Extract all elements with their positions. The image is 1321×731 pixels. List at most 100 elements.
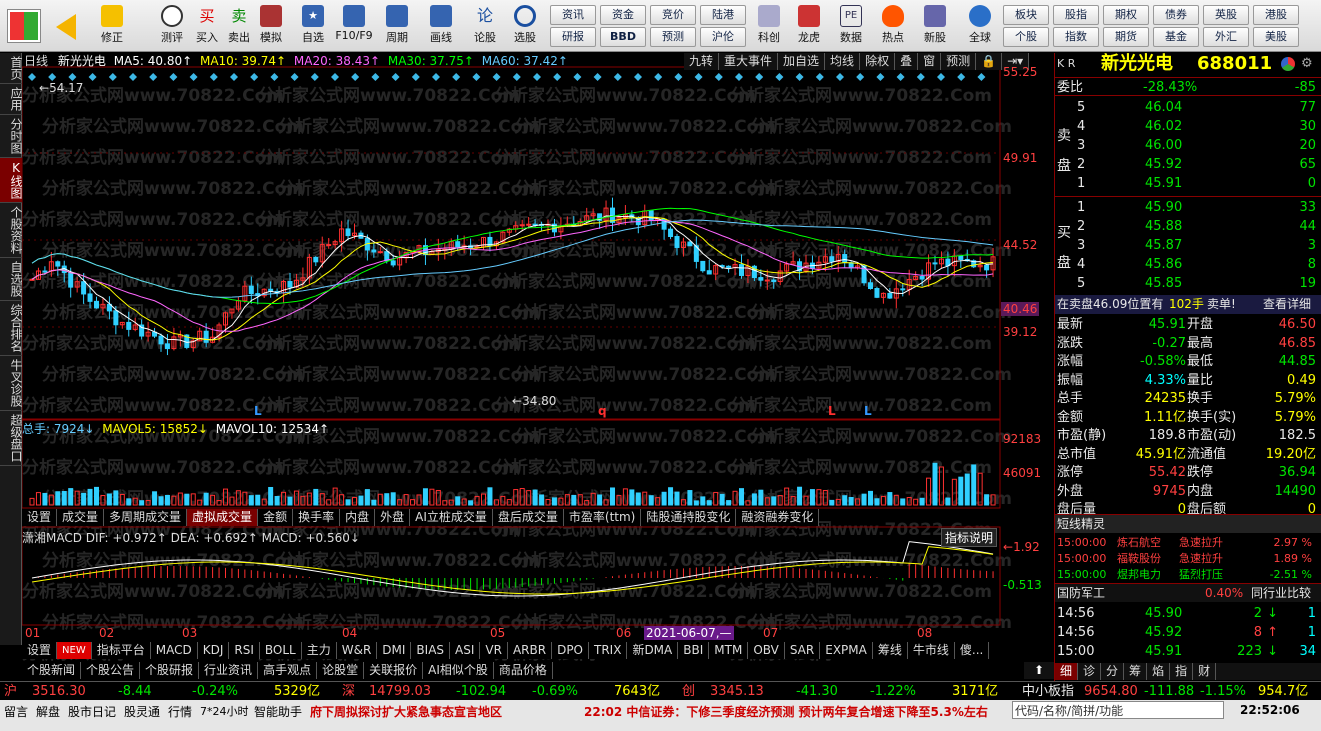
home-grid-icon[interactable] bbox=[7, 9, 41, 43]
indicator-tab-23[interactable]: 牛市线 bbox=[908, 642, 955, 659]
sh-label[interactable]: 沪 bbox=[4, 682, 17, 701]
quote-tab-0[interactable]: 细 bbox=[1055, 663, 1079, 680]
volume-tab-0[interactable]: 设置 bbox=[22, 509, 58, 526]
menu-events[interactable]: 重大事件 bbox=[719, 53, 779, 70]
ask-row[interactable]: 3 46.00 20 bbox=[1055, 136, 1321, 155]
menu-forecast[interactable]: 预测 bbox=[941, 53, 977, 70]
volume-tab-4[interactable]: 金额 bbox=[258, 509, 294, 526]
sector-button[interactable]: 板块 bbox=[1003, 5, 1049, 25]
indicator-tab-2[interactable]: 指标平台 bbox=[92, 642, 151, 659]
menu-ma[interactable]: 均线 bbox=[825, 53, 861, 70]
volume-tab-6[interactable]: 内盘 bbox=[340, 509, 376, 526]
nav-kline[interactable]: K线图 bbox=[0, 158, 23, 203]
forex-button[interactable]: 外汇 bbox=[1203, 27, 1249, 47]
indicator-tab-1[interactable]: NEW bbox=[57, 642, 92, 659]
pie-icon[interactable] bbox=[1281, 57, 1295, 71]
zx-label[interactable]: 中小板指 bbox=[1022, 682, 1074, 701]
indicator-tab-24[interactable]: 傻... bbox=[955, 642, 990, 659]
fund-button[interactable]: 资金 bbox=[600, 5, 646, 25]
quote-tab-2[interactable]: 分 bbox=[1101, 663, 1125, 680]
indicator-tab-20[interactable]: SAR bbox=[785, 642, 821, 659]
code-search-input[interactable]: 代码/名称/简拼/功能 bbox=[1012, 701, 1224, 719]
cy-label[interactable]: 创 bbox=[682, 682, 695, 701]
hk-connect-button[interactable]: 陆港 bbox=[700, 5, 746, 25]
indicator-help-button[interactable]: 指标说明 bbox=[941, 528, 998, 547]
kline-chart[interactable]: 分析家公式网www.70822.Com 分析家公式网www.70822.Com 分析… bbox=[22, 53, 1054, 664]
sector-compare-button[interactable]: 同行业比较 bbox=[1251, 584, 1311, 603]
view-detail-link[interactable]: 查看详细 bbox=[1263, 295, 1311, 314]
indicator-tab-18[interactable]: MTM bbox=[709, 642, 749, 659]
info-tab-8[interactable]: 商品价格 bbox=[494, 662, 553, 679]
menu-add-watch[interactable]: 加自选 bbox=[778, 53, 826, 70]
discuss-button[interactable]: 论论股 bbox=[468, 3, 502, 49]
index-button[interactable]: 指数 bbox=[1053, 27, 1099, 47]
ask-row[interactable]: 4 46.02 30 bbox=[1055, 117, 1321, 136]
bid-row[interactable]: 4 45.86 8 bbox=[1055, 255, 1321, 274]
evaluate-button[interactable]: 测评 bbox=[155, 3, 189, 49]
volume-tab-2[interactable]: 多周期成交量 bbox=[104, 509, 188, 526]
volume-tab-12[interactable]: 融资融券变化 bbox=[736, 509, 820, 526]
us-stocks-button[interactable]: 美股 bbox=[1253, 27, 1299, 47]
watchlist-button[interactable]: ★ 自选 bbox=[296, 3, 330, 49]
bid-row[interactable]: 3 45.87 3 bbox=[1055, 236, 1321, 255]
indicator-tab-10[interactable]: BIAS bbox=[411, 642, 451, 659]
info-tab-7[interactable]: AI相似个股 bbox=[423, 662, 494, 679]
nav-timeshare[interactable]: 分时图 bbox=[0, 115, 23, 158]
expand-up-icon[interactable]: ⬆ bbox=[1024, 662, 1054, 679]
dragon-tiger-button[interactable]: 龙虎 bbox=[792, 3, 826, 49]
volume-tab-7[interactable]: 外盘 bbox=[375, 509, 411, 526]
options-button[interactable]: 期权 bbox=[1103, 5, 1149, 25]
correct-button[interactable]: 修正 bbox=[95, 3, 129, 49]
nav-super-board[interactable]: 超级盘口 bbox=[0, 411, 23, 466]
menu-overlay[interactable]: 叠 bbox=[895, 53, 919, 70]
indicator-tab-6[interactable]: BOLL bbox=[260, 642, 302, 659]
ask-row[interactable]: 1 45.91 0 bbox=[1055, 174, 1321, 193]
menu-window[interactable]: 窗 bbox=[918, 53, 942, 70]
indicator-tab-14[interactable]: DPO bbox=[552, 642, 589, 659]
nav-home[interactable]: 首页 bbox=[0, 53, 23, 84]
star-market-button[interactable]: 科创 bbox=[752, 3, 786, 49]
volume-tab-3[interactable]: 虚拟成交量 bbox=[187, 509, 259, 526]
status-diary[interactable]: 股市日记 bbox=[68, 703, 116, 720]
bid-row[interactable]: 2 45.88 44 bbox=[1055, 217, 1321, 236]
bonds-button[interactable]: 债券 bbox=[1153, 5, 1199, 25]
data-button[interactable]: PE 数据 bbox=[834, 3, 868, 49]
indicator-tab-19[interactable]: OBV bbox=[748, 642, 785, 659]
indicator-tab-17[interactable]: BBI bbox=[678, 642, 710, 659]
ipo-button[interactable]: 新股 bbox=[918, 3, 952, 49]
menu-jiuzhuan[interactable]: 九转 bbox=[684, 53, 720, 70]
quote-tab-3[interactable]: 筹 bbox=[1124, 663, 1148, 680]
menu-exright[interactable]: 除权 bbox=[860, 53, 896, 70]
bid-row[interactable]: 5 45.85 19 bbox=[1055, 274, 1321, 293]
indicator-tab-13[interactable]: ARBR bbox=[508, 642, 553, 659]
volume-tab-1[interactable]: 成交量 bbox=[57, 509, 105, 526]
indicator-tab-0[interactable]: 设置 bbox=[22, 642, 58, 659]
research-button[interactable]: 研报 bbox=[550, 27, 596, 47]
indicator-tab-3[interactable]: MACD bbox=[151, 642, 198, 659]
info-tab-2[interactable]: 个股研报 bbox=[140, 662, 200, 679]
status-stock-link[interactable]: 股灵通 bbox=[124, 703, 160, 720]
funds-button[interactable]: 基金 bbox=[1153, 27, 1199, 47]
ask-row[interactable]: 5 46.04 77 bbox=[1055, 98, 1321, 117]
sz-label[interactable]: 深 bbox=[342, 682, 355, 701]
futures-button[interactable]: 期货 bbox=[1103, 27, 1149, 47]
gear-icon[interactable]: ⚙ bbox=[1301, 53, 1313, 75]
volume-tab-10[interactable]: 市盈率(ttm) bbox=[564, 509, 642, 526]
status-analysis[interactable]: 解盘 bbox=[36, 703, 60, 720]
quote-tab-1[interactable]: 诊 bbox=[1078, 663, 1102, 680]
status-quotes[interactable]: 行情 bbox=[168, 703, 192, 720]
back-arrow-icon[interactable] bbox=[56, 14, 76, 40]
period-button[interactable]: 周期 bbox=[380, 3, 414, 49]
hotspot-button[interactable]: 热点 bbox=[876, 3, 910, 49]
stock-index-button[interactable]: 股指 bbox=[1053, 5, 1099, 25]
ask-row[interactable]: 2 45.92 65 bbox=[1055, 155, 1321, 174]
simulate-button[interactable]: 模拟 bbox=[254, 3, 288, 49]
bid-row[interactable]: 1 45.90 33 bbox=[1055, 198, 1321, 217]
indicator-tab-7[interactable]: 主力 bbox=[302, 642, 337, 659]
indicator-tab-16[interactable]: 新DMA bbox=[627, 642, 679, 659]
info-tab-1[interactable]: 个股公告 bbox=[81, 662, 141, 679]
quote-tab-6[interactable]: 财 bbox=[1193, 663, 1217, 680]
info-tab-5[interactable]: 论股堂 bbox=[317, 662, 365, 679]
lock-icon[interactable]: 🔒 bbox=[976, 53, 1003, 70]
buy-button[interactable]: 买买入 bbox=[190, 3, 224, 49]
